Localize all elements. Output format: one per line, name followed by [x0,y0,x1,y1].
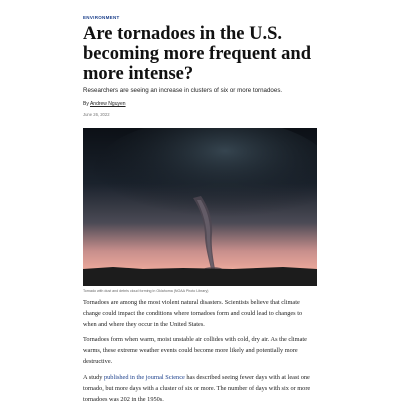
paragraph-3-start: A study [83,374,104,381]
paragraph-1: Tornadoes are among the most violent nat… [83,299,303,328]
paragraph-3: A study published in the journal Science… [83,372,317,405]
byline: By Andrew Nguyen [83,101,126,107]
article-dek: Researchers are seeing an increase in cl… [83,87,283,94]
section-kicker[interactable]: ENVIRONMENT [83,15,120,20]
image-caption: Tornado with dust and debris cloud formi… [83,289,209,293]
paragraph-2: Tornadoes form when warm, moist unstable… [83,336,307,365]
author-link[interactable]: Andrew Nguyen [90,101,126,107]
article-headline: Are tornadoes in the U.S. becoming more … [83,24,311,84]
study-link[interactable]: published in the journal Science [104,374,185,381]
byline-prefix: By [83,101,89,107]
publish-date: June 26, 2022 [83,112,110,117]
tornado-photo [83,128,317,286]
